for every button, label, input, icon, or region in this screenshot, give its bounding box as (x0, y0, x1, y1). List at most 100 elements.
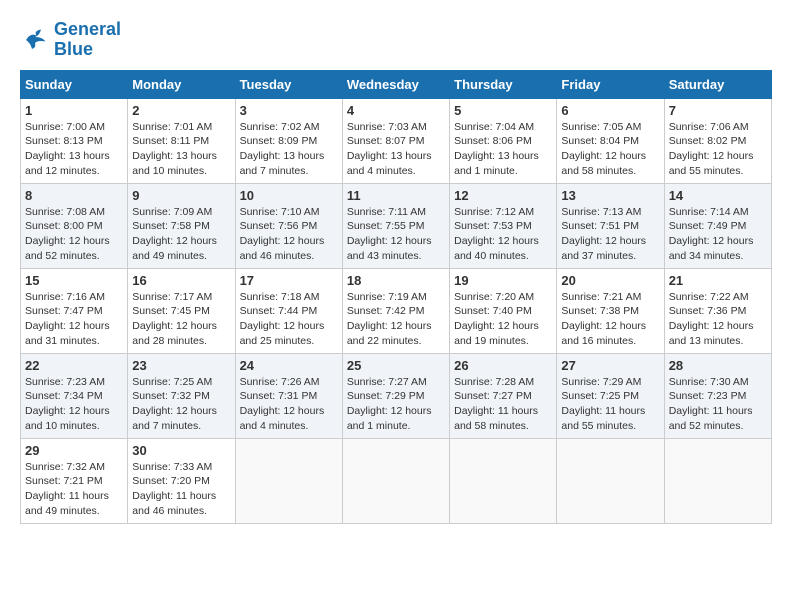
day-number: 9 (132, 188, 230, 203)
cell-content: Sunrise: 7:33 AM Sunset: 7:20 PM Dayligh… (132, 460, 230, 519)
calendar-cell: 21 Sunrise: 7:22 AM Sunset: 7:36 PM Dayl… (664, 268, 771, 353)
calendar-header: SundayMondayTuesdayWednesdayThursdayFrid… (21, 70, 772, 98)
calendar-cell: 26 Sunrise: 7:28 AM Sunset: 7:27 PM Dayl… (450, 353, 557, 438)
cell-content: Sunrise: 7:21 AM Sunset: 7:38 PM Dayligh… (561, 290, 659, 349)
calendar-cell: 10 Sunrise: 7:10 AM Sunset: 7:56 PM Dayl… (235, 183, 342, 268)
day-number: 17 (240, 273, 338, 288)
day-number: 27 (561, 358, 659, 373)
calendar-cell: 9 Sunrise: 7:09 AM Sunset: 7:58 PM Dayli… (128, 183, 235, 268)
day-number: 8 (25, 188, 123, 203)
cell-content: Sunrise: 7:19 AM Sunset: 7:42 PM Dayligh… (347, 290, 445, 349)
calendar-cell (235, 438, 342, 523)
cell-content: Sunrise: 7:30 AM Sunset: 7:23 PM Dayligh… (669, 375, 767, 434)
cell-content: Sunrise: 7:27 AM Sunset: 7:29 PM Dayligh… (347, 375, 445, 434)
day-header-friday: Friday (557, 70, 664, 98)
cell-content: Sunrise: 7:14 AM Sunset: 7:49 PM Dayligh… (669, 205, 767, 264)
cell-content: Sunrise: 7:02 AM Sunset: 8:09 PM Dayligh… (240, 120, 338, 179)
calendar-cell (342, 438, 449, 523)
cell-content: Sunrise: 7:29 AM Sunset: 7:25 PM Dayligh… (561, 375, 659, 434)
logo: General Blue (20, 20, 121, 60)
calendar-week-5: 29 Sunrise: 7:32 AM Sunset: 7:21 PM Dayl… (21, 438, 772, 523)
day-header-thursday: Thursday (450, 70, 557, 98)
day-number: 26 (454, 358, 552, 373)
day-number: 6 (561, 103, 659, 118)
cell-content: Sunrise: 7:00 AM Sunset: 8:13 PM Dayligh… (25, 120, 123, 179)
cell-content: Sunrise: 7:10 AM Sunset: 7:56 PM Dayligh… (240, 205, 338, 264)
calendar-cell (450, 438, 557, 523)
cell-content: Sunrise: 7:13 AM Sunset: 7:51 PM Dayligh… (561, 205, 659, 264)
calendar-week-2: 8 Sunrise: 7:08 AM Sunset: 8:00 PM Dayli… (21, 183, 772, 268)
day-number: 30 (132, 443, 230, 458)
calendar-cell: 3 Sunrise: 7:02 AM Sunset: 8:09 PM Dayli… (235, 98, 342, 183)
calendar-cell: 24 Sunrise: 7:26 AM Sunset: 7:31 PM Dayl… (235, 353, 342, 438)
calendar-cell: 15 Sunrise: 7:16 AM Sunset: 7:47 PM Dayl… (21, 268, 128, 353)
day-number: 15 (25, 273, 123, 288)
day-number: 11 (347, 188, 445, 203)
calendar-cell: 16 Sunrise: 7:17 AM Sunset: 7:45 PM Dayl… (128, 268, 235, 353)
day-number: 10 (240, 188, 338, 203)
calendar-cell: 17 Sunrise: 7:18 AM Sunset: 7:44 PM Dayl… (235, 268, 342, 353)
cell-content: Sunrise: 7:25 AM Sunset: 7:32 PM Dayligh… (132, 375, 230, 434)
calendar-cell (557, 438, 664, 523)
day-number: 18 (347, 273, 445, 288)
calendar-week-1: 1 Sunrise: 7:00 AM Sunset: 8:13 PM Dayli… (21, 98, 772, 183)
cell-content: Sunrise: 7:32 AM Sunset: 7:21 PM Dayligh… (25, 460, 123, 519)
cell-content: Sunrise: 7:16 AM Sunset: 7:47 PM Dayligh… (25, 290, 123, 349)
calendar-cell: 19 Sunrise: 7:20 AM Sunset: 7:40 PM Dayl… (450, 268, 557, 353)
calendar-cell: 8 Sunrise: 7:08 AM Sunset: 8:00 PM Dayli… (21, 183, 128, 268)
calendar-cell: 30 Sunrise: 7:33 AM Sunset: 7:20 PM Dayl… (128, 438, 235, 523)
day-number: 24 (240, 358, 338, 373)
day-number: 22 (25, 358, 123, 373)
calendar-cell: 29 Sunrise: 7:32 AM Sunset: 7:21 PM Dayl… (21, 438, 128, 523)
calendar-cell: 1 Sunrise: 7:00 AM Sunset: 8:13 PM Dayli… (21, 98, 128, 183)
cell-content: Sunrise: 7:18 AM Sunset: 7:44 PM Dayligh… (240, 290, 338, 349)
day-number: 29 (25, 443, 123, 458)
calendar-cell: 22 Sunrise: 7:23 AM Sunset: 7:34 PM Dayl… (21, 353, 128, 438)
calendar-cell: 4 Sunrise: 7:03 AM Sunset: 8:07 PM Dayli… (342, 98, 449, 183)
calendar-cell: 23 Sunrise: 7:25 AM Sunset: 7:32 PM Dayl… (128, 353, 235, 438)
calendar-cell: 18 Sunrise: 7:19 AM Sunset: 7:42 PM Dayl… (342, 268, 449, 353)
day-number: 14 (669, 188, 767, 203)
cell-content: Sunrise: 7:23 AM Sunset: 7:34 PM Dayligh… (25, 375, 123, 434)
cell-content: Sunrise: 7:06 AM Sunset: 8:02 PM Dayligh… (669, 120, 767, 179)
calendar-cell: 14 Sunrise: 7:14 AM Sunset: 7:49 PM Dayl… (664, 183, 771, 268)
calendar-cell: 12 Sunrise: 7:12 AM Sunset: 7:53 PM Dayl… (450, 183, 557, 268)
day-number: 13 (561, 188, 659, 203)
calendar-cell: 7 Sunrise: 7:06 AM Sunset: 8:02 PM Dayli… (664, 98, 771, 183)
cell-content: Sunrise: 7:28 AM Sunset: 7:27 PM Dayligh… (454, 375, 552, 434)
day-number: 16 (132, 273, 230, 288)
cell-content: Sunrise: 7:04 AM Sunset: 8:06 PM Dayligh… (454, 120, 552, 179)
logo-icon (20, 25, 50, 55)
calendar-cell: 11 Sunrise: 7:11 AM Sunset: 7:55 PM Dayl… (342, 183, 449, 268)
calendar-week-3: 15 Sunrise: 7:16 AM Sunset: 7:47 PM Dayl… (21, 268, 772, 353)
cell-content: Sunrise: 7:26 AM Sunset: 7:31 PM Dayligh… (240, 375, 338, 434)
logo-text: General Blue (54, 20, 121, 60)
cell-content: Sunrise: 7:20 AM Sunset: 7:40 PM Dayligh… (454, 290, 552, 349)
day-header-saturday: Saturday (664, 70, 771, 98)
day-number: 21 (669, 273, 767, 288)
calendar-cell: 28 Sunrise: 7:30 AM Sunset: 7:23 PM Dayl… (664, 353, 771, 438)
cell-content: Sunrise: 7:11 AM Sunset: 7:55 PM Dayligh… (347, 205, 445, 264)
calendar-cell (664, 438, 771, 523)
day-header-sunday: Sunday (21, 70, 128, 98)
cell-content: Sunrise: 7:09 AM Sunset: 7:58 PM Dayligh… (132, 205, 230, 264)
day-number: 1 (25, 103, 123, 118)
cell-content: Sunrise: 7:08 AM Sunset: 8:00 PM Dayligh… (25, 205, 123, 264)
cell-content: Sunrise: 7:12 AM Sunset: 7:53 PM Dayligh… (454, 205, 552, 264)
calendar-cell: 6 Sunrise: 7:05 AM Sunset: 8:04 PM Dayli… (557, 98, 664, 183)
day-number: 28 (669, 358, 767, 373)
day-number: 12 (454, 188, 552, 203)
day-number: 4 (347, 103, 445, 118)
cell-content: Sunrise: 7:05 AM Sunset: 8:04 PM Dayligh… (561, 120, 659, 179)
cell-content: Sunrise: 7:01 AM Sunset: 8:11 PM Dayligh… (132, 120, 230, 179)
day-number: 25 (347, 358, 445, 373)
day-number: 23 (132, 358, 230, 373)
cell-content: Sunrise: 7:22 AM Sunset: 7:36 PM Dayligh… (669, 290, 767, 349)
cell-content: Sunrise: 7:03 AM Sunset: 8:07 PM Dayligh… (347, 120, 445, 179)
day-number: 2 (132, 103, 230, 118)
cell-content: Sunrise: 7:17 AM Sunset: 7:45 PM Dayligh… (132, 290, 230, 349)
calendar-cell: 20 Sunrise: 7:21 AM Sunset: 7:38 PM Dayl… (557, 268, 664, 353)
day-number: 20 (561, 273, 659, 288)
day-number: 7 (669, 103, 767, 118)
day-header-tuesday: Tuesday (235, 70, 342, 98)
